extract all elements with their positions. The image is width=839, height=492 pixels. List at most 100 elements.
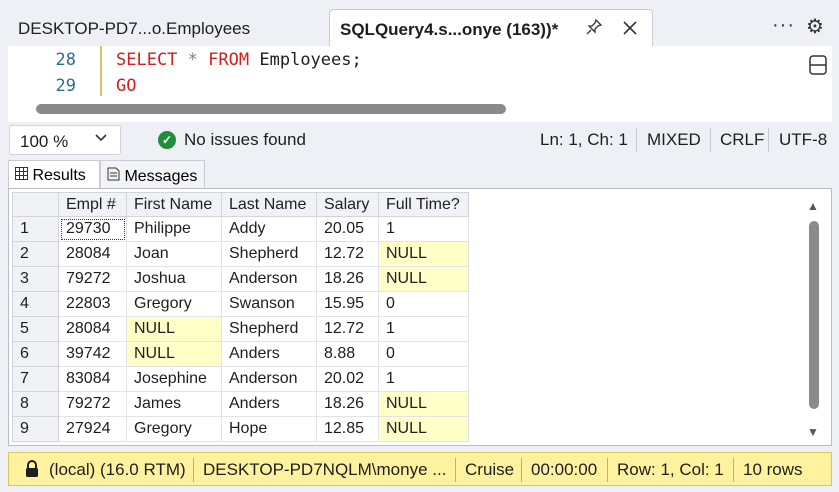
row-number[interactable]: 4 — [12, 291, 59, 317]
table-cell[interactable]: 15.95 — [316, 291, 379, 317]
column-header[interactable]: First Name — [126, 192, 222, 217]
horizontal-scrollbar[interactable] — [36, 104, 506, 114]
table-cell[interactable]: Hope — [221, 416, 317, 442]
table-cell[interactable]: 0 — [378, 291, 469, 317]
column-header[interactable]: Last Name — [221, 192, 317, 217]
table-cell[interactable]: 8.88 — [316, 341, 379, 367]
table-cell[interactable]: 18.26 — [316, 266, 379, 292]
table-cell[interactable]: Anders — [221, 341, 317, 367]
cursor-row-col: Row: 1, Col: 1 — [617, 460, 724, 479]
table-cell[interactable]: Josephine — [126, 366, 222, 392]
pin-icon[interactable] — [586, 18, 603, 40]
table-cell[interactable]: James — [126, 391, 222, 417]
table-cell[interactable]: 79272 — [58, 391, 127, 417]
table-cell[interactable]: 20.02 — [316, 366, 379, 392]
row-number[interactable]: 2 — [12, 241, 59, 267]
row-number[interactable]: 7 — [12, 366, 59, 392]
table-cell[interactable]: Joshua — [126, 266, 222, 292]
table-cell[interactable]: Anderson — [221, 266, 317, 292]
table-cell[interactable]: NULL — [378, 241, 469, 267]
table-cell[interactable]: NULL — [126, 316, 222, 342]
table-cell[interactable]: 12.72 — [316, 241, 379, 267]
column-header[interactable]: Salary — [316, 192, 379, 217]
query-editor[interactable]: 28 SELECT * FROM Employees; 29 GO — [8, 46, 832, 122]
table-row[interactable]: 2 28084 Joan Shepherd 12.72 NULL — [12, 241, 469, 267]
vertical-scrollbar[interactable]: ▲ ▼ — [805, 197, 823, 439]
table-cell[interactable]: NULL — [378, 266, 469, 292]
table-cell[interactable]: Gregory — [126, 416, 222, 442]
chevron-down-icon — [94, 130, 108, 149]
row-number[interactable]: 6 — [12, 341, 59, 367]
lock-icon — [23, 460, 41, 478]
table-cell[interactable]: 1 — [378, 366, 469, 392]
column-header[interactable]: Full Time? — [378, 192, 469, 217]
table-cell[interactable]: 1 — [378, 316, 469, 342]
indentation-mode[interactable]: MIXED — [647, 130, 701, 150]
tab-messages[interactable]: Messages — [100, 160, 205, 188]
scroll-down-icon[interactable]: ▼ — [807, 425, 819, 439]
table-row[interactable]: 9 27924 Gregory Hope 12.85 NULL — [12, 416, 469, 442]
table-cell[interactable]: Shepherd — [221, 316, 317, 342]
tab-messages-label: Messages — [124, 168, 198, 185]
table-cell[interactable]: Gregory — [126, 291, 222, 317]
table-cell[interactable]: 39742 — [58, 341, 127, 367]
row-number[interactable]: 1 — [12, 216, 59, 242]
more-options-icon[interactable]: ··· — [772, 14, 795, 37]
zoom-select[interactable]: 100 % — [9, 125, 121, 155]
row-number[interactable]: 5 — [12, 316, 59, 342]
table-cell[interactable]: NULL — [378, 416, 469, 442]
table-row[interactable]: 7 83084 Josephine Anderson 20.02 1 — [12, 366, 469, 392]
issues-status[interactable]: No issues found — [184, 130, 306, 150]
table-cell[interactable]: Addy — [221, 216, 317, 242]
tab-sqlquery4[interactable]: SQLQuery4.s...onye (163))* — [329, 9, 653, 47]
table-cell[interactable]: 28084 — [58, 316, 127, 342]
table-row[interactable]: 4 22803 Gregory Swanson 15.95 0 — [12, 291, 469, 317]
table-cell[interactable]: 28084 — [58, 241, 127, 267]
tab-results[interactable]: Results — [8, 160, 100, 188]
table-row[interactable]: 6 39742 NULL Anders 8.88 0 — [12, 341, 469, 367]
row-number[interactable]: 3 — [12, 266, 59, 292]
cursor-position[interactable]: Ln: 1, Ch: 1 — [540, 130, 628, 150]
table-cell[interactable]: Anders — [221, 391, 317, 417]
row-number[interactable]: 8 — [12, 391, 59, 417]
table-cell[interactable]: 12.72 — [316, 316, 379, 342]
table-cell[interactable]: 83084 — [58, 366, 127, 392]
table-cell[interactable]: 18.26 — [316, 391, 379, 417]
column-header[interactable]: Empl # — [58, 192, 127, 217]
editor-status-toolbar: 100 % ✓ No issues found Ln: 1, Ch: 1 MIX… — [0, 122, 839, 158]
table-cell[interactable]: 20.05 — [316, 216, 379, 242]
code-line[interactable]: GO — [116, 76, 136, 96]
split-editor-icon[interactable] — [808, 54, 828, 76]
table-cell[interactable]: 1 — [378, 216, 469, 242]
table-cell[interactable]: 79272 — [58, 266, 127, 292]
close-icon[interactable] — [622, 16, 638, 42]
results-grid[interactable]: Empl # First Name Last Name Salary Full … — [8, 188, 832, 446]
table-row[interactable]: 8 79272 James Anders 18.26 NULL — [12, 391, 469, 417]
table-cell[interactable]: 0 — [378, 341, 469, 367]
line-ending[interactable]: CRLF — [720, 130, 764, 150]
table-cell[interactable]: 27924 — [58, 416, 127, 442]
table-row[interactable]: 1 29730 Philippe Addy 20.05 1 — [12, 216, 469, 242]
table-cell[interactable]: Anderson — [221, 366, 317, 392]
tab-employees-table[interactable]: DESKTOP-PD7...o.Employees — [8, 14, 328, 46]
scroll-up-icon[interactable]: ▲ — [807, 199, 819, 213]
keyword: SELECT — [116, 50, 178, 70]
table-cell[interactable]: 29730 — [58, 216, 127, 242]
scroll-thumb[interactable] — [809, 221, 819, 409]
code-line[interactable]: SELECT * FROM Employees; — [116, 50, 362, 70]
table-row[interactable]: 3 79272 Joshua Anderson 18.26 NULL — [12, 266, 469, 292]
elapsed-time: 00:00:00 — [531, 460, 598, 479]
table-cell[interactable]: Joan — [126, 241, 222, 267]
gear-icon[interactable]: ⚙ — [806, 14, 824, 39]
table-cell[interactable]: 22803 — [58, 291, 127, 317]
table-row[interactable]: 5 28084 NULL Shepherd 12.72 1 — [12, 316, 469, 342]
table-cell[interactable]: Shepherd — [221, 241, 317, 267]
table-cell[interactable]: NULL — [126, 341, 222, 367]
encoding[interactable]: UTF-8 — [779, 130, 827, 150]
table-cell[interactable]: Swanson — [221, 291, 317, 317]
table-cell[interactable]: 12.85 — [316, 416, 379, 442]
table-cell[interactable]: Philippe — [126, 216, 222, 242]
table-cell[interactable]: NULL — [378, 391, 469, 417]
row-number-header[interactable] — [12, 192, 59, 217]
row-number[interactable]: 9 — [12, 416, 59, 442]
